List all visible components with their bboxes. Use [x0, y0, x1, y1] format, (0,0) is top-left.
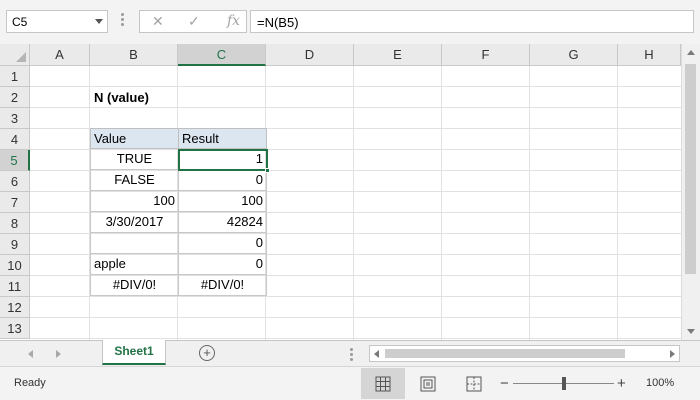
normal-view-button[interactable]	[361, 368, 405, 399]
row-header-1[interactable]: 1	[0, 66, 30, 87]
scroll-up-icon[interactable]	[687, 50, 695, 55]
select-all-button[interactable]	[0, 44, 30, 66]
formula-text: =N(B5)	[257, 15, 299, 30]
table-cell-result[interactable]: 100	[178, 191, 267, 212]
split-handle-icon[interactable]	[350, 348, 353, 363]
page-layout-icon	[420, 376, 436, 392]
table-cell-value[interactable]: #DIV/0!	[90, 275, 179, 296]
row-header-11[interactable]: 11	[0, 276, 30, 297]
check-icon[interactable]: ✓	[188, 13, 200, 30]
column-header-h[interactable]: H	[618, 44, 681, 66]
spreadsheet-grid[interactable]: ABCDEFGH 1 2 3 4 5 6 7 8 9 10 11 12 13 N (value) Val…	[0, 44, 681, 340]
sheet-title[interactable]: N (value)	[94, 90, 149, 105]
horizontal-scrollbar[interactable]	[369, 345, 680, 362]
formula-input[interactable]: =N(B5)	[250, 10, 694, 33]
active-cell-border	[178, 149, 268, 171]
row-header-4[interactable]: 4	[0, 129, 30, 150]
table-header-result[interactable]: Result	[178, 128, 267, 149]
table-cell-value[interactable]	[90, 233, 179, 254]
table-cell-result[interactable]: #DIV/0!	[178, 275, 267, 296]
zoom-slider-thumb[interactable]	[561, 377, 566, 390]
scroll-right-icon[interactable]	[670, 350, 675, 358]
tab-prev-icon[interactable]	[28, 350, 33, 358]
name-box-value: C5	[12, 15, 28, 29]
drag-handle-icon[interactable]	[121, 13, 124, 29]
table-cell-result[interactable]: 0	[178, 254, 267, 275]
column-header-e[interactable]: E	[354, 44, 442, 66]
tab-sheet1[interactable]: Sheet1	[102, 340, 166, 365]
table-cell-value[interactable]: 100	[90, 191, 179, 212]
vertical-scrollbar[interactable]	[681, 44, 700, 340]
formula-buttons: ✕ ✓ fx	[139, 10, 247, 33]
table-cell-value[interactable]: apple	[90, 254, 179, 275]
column-header-f[interactable]: F	[442, 44, 530, 66]
gridline	[30, 338, 681, 339]
row-header-3[interactable]: 3	[0, 108, 30, 129]
sheet-tab-bar: Sheet1 +	[0, 340, 700, 366]
normal-view-icon	[375, 376, 391, 392]
row-header-9[interactable]: 9	[0, 234, 30, 255]
column-header-g[interactable]: G	[530, 44, 618, 66]
row-header-8[interactable]: 8	[0, 213, 30, 234]
row-header-7[interactable]: 7	[0, 192, 30, 213]
vertical-scroll-thumb[interactable]	[685, 64, 696, 274]
table-cell-result[interactable]: 0	[178, 233, 267, 254]
row-header-13[interactable]: 13	[0, 318, 30, 339]
page-layout-view-button[interactable]	[406, 368, 450, 399]
column-header-c[interactable]: C	[178, 44, 266, 66]
page-break-icon	[466, 376, 482, 392]
row-header-2[interactable]: 2	[0, 87, 30, 108]
column-header-d[interactable]: D	[266, 44, 354, 66]
status-ready: Ready	[14, 377, 46, 389]
insert-function-icon[interactable]: fx	[227, 13, 240, 29]
table-cell-result[interactable]: 0	[178, 170, 267, 191]
column-header-a[interactable]: A	[30, 44, 90, 66]
scroll-left-icon[interactable]	[374, 350, 379, 358]
table-cell-value[interactable]: FALSE	[90, 170, 179, 191]
fill-handle[interactable]	[265, 168, 270, 173]
row-header-6[interactable]: 6	[0, 171, 30, 192]
gridline	[30, 107, 681, 108]
zoom-out-button[interactable]: −	[500, 375, 509, 392]
tab-next-icon[interactable]	[56, 350, 61, 358]
gridline	[30, 296, 681, 297]
row-header-12[interactable]: 12	[0, 297, 30, 318]
row-header-10[interactable]: 10	[0, 255, 30, 276]
row-header-5[interactable]: 5	[0, 150, 30, 171]
status-bar: Ready − + 100%	[0, 366, 700, 400]
column-header-b[interactable]: B	[90, 44, 178, 66]
name-box[interactable]: C5	[6, 10, 108, 33]
zoom-level[interactable]: 100%	[646, 377, 674, 389]
chevron-down-icon[interactable]	[95, 19, 103, 24]
scroll-down-icon[interactable]	[687, 329, 695, 334]
zoom-in-button[interactable]: +	[617, 375, 626, 392]
horizontal-scroll-thumb[interactable]	[385, 349, 625, 358]
add-sheet-icon[interactable]: +	[199, 345, 215, 361]
table-cell-value[interactable]: 3/30/2017	[90, 212, 179, 233]
gridline	[30, 317, 681, 318]
gridline	[30, 86, 681, 87]
table-header-value[interactable]: Value	[90, 128, 179, 149]
formula-bar-area: C5 ✕ ✓ fx =N(B5)	[0, 0, 700, 44]
cancel-icon[interactable]: ✕	[152, 13, 164, 30]
page-break-view-button[interactable]	[452, 368, 496, 399]
table-cell-value[interactable]: TRUE	[90, 149, 179, 170]
table-cell-result[interactable]: 42824	[178, 212, 267, 233]
